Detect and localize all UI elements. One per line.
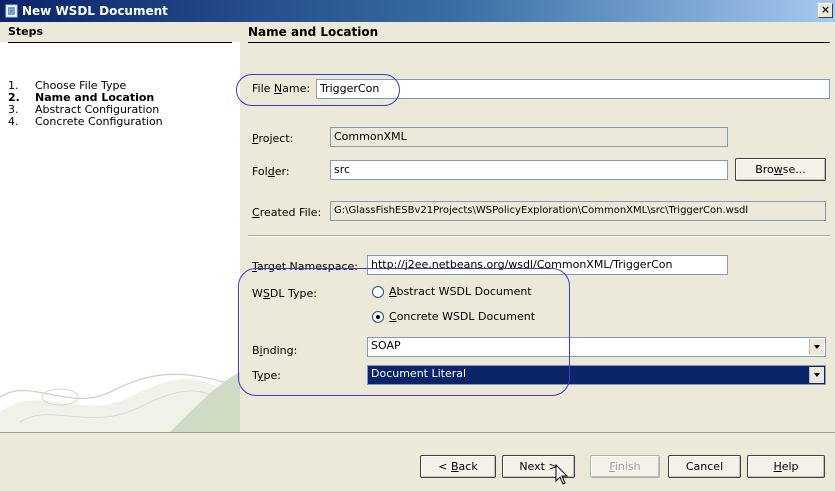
folder-label: Folder: xyxy=(252,165,290,178)
cancel-button[interactable]: Cancel xyxy=(668,455,741,478)
concrete-wsdl-label[interactable]: Concrete WSDL Document xyxy=(389,310,535,323)
target-namespace-label: Target Namespace: xyxy=(252,260,358,273)
finish-button[interactable]: Finish xyxy=(590,455,660,478)
section-title: Name and Location xyxy=(248,25,379,39)
type-select[interactable]: Document Literal xyxy=(367,365,826,385)
target-namespace-input[interactable]: http://j2ee.netbeans.org/wsdl/CommonXML/… xyxy=(367,255,728,275)
browse-button[interactable]: Browse... xyxy=(735,158,826,181)
steps-header: Steps xyxy=(8,25,44,38)
step-item: 4. Concrete Configuration xyxy=(8,115,163,128)
project-field: CommonXML xyxy=(330,127,728,147)
steps-divider xyxy=(8,42,232,43)
decorative-swirl-graphic xyxy=(0,342,240,432)
abstract-wsdl-label[interactable]: Abstract WSDL Document xyxy=(389,285,532,298)
separator xyxy=(248,235,830,237)
steps-list: 1. Choose File Type 2. Name and Location 3… xyxy=(8,80,163,128)
concrete-wsdl-radio[interactable] xyxy=(372,311,384,323)
file-name-input[interactable]: TriggerCon xyxy=(316,79,830,99)
mouse-cursor-icon xyxy=(555,464,569,485)
title-bar[interactable]: New WSDL Document × xyxy=(0,0,835,22)
project-label: Project: xyxy=(252,132,294,145)
help-button[interactable]: Help xyxy=(747,455,825,478)
chevron-down-icon[interactable] xyxy=(809,367,824,383)
binding-label: Binding: xyxy=(252,344,298,357)
chevron-down-icon[interactable] xyxy=(809,339,824,355)
dialog-window: New WSDL Document × Steps 1. Choose File … xyxy=(0,0,835,491)
binding-value: SOAP xyxy=(371,339,401,352)
abstract-wsdl-radio[interactable] xyxy=(372,286,384,298)
type-label: Type: xyxy=(252,369,281,382)
created-file-field: G:\GlassFishESBv21Projects\WSPolicyExplo… xyxy=(330,201,826,221)
folder-input[interactable]: src xyxy=(330,160,728,180)
binding-select[interactable]: SOAP xyxy=(367,337,826,357)
section-divider xyxy=(248,42,830,43)
wsdl-type-label: WSDL Type: xyxy=(252,287,317,300)
close-button[interactable]: × xyxy=(818,3,833,18)
created-file-label: Created File: xyxy=(252,206,322,219)
wsdl-document-icon xyxy=(5,4,18,18)
window-title: New WSDL Document xyxy=(22,4,168,18)
back-button[interactable]: < Back xyxy=(420,455,496,478)
file-name-label: File Name: xyxy=(252,82,311,95)
type-value: Document Literal xyxy=(371,367,467,380)
